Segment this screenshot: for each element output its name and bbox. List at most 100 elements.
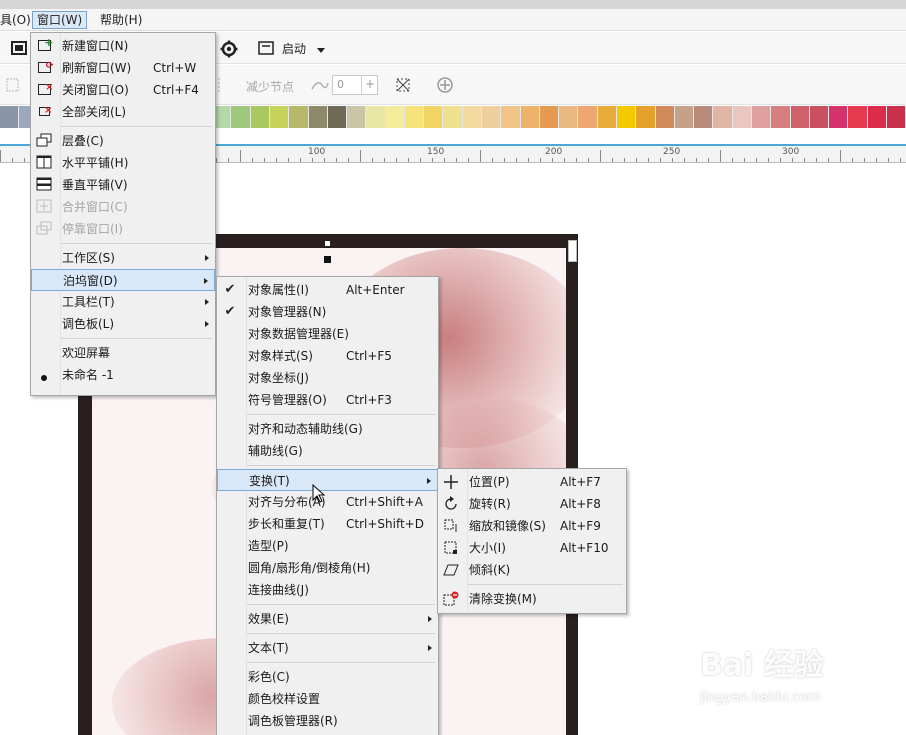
menu-window[interactable]: 窗口(W) [32,11,88,29]
ruler-tick [324,158,325,162]
ruler-tick [444,158,445,162]
color-swatch[interactable] [250,106,270,128]
docker-menu-item-6[interactable]: 对齐和动态辅助线(G) [217,418,438,440]
ruler-tick [852,158,853,162]
window-menu-item-0[interactable]: + 新建窗口(N) [31,35,215,57]
color-swatch[interactable] [636,106,656,128]
color-swatch[interactable] [520,106,540,128]
window-menu-item-12[interactable]: 调色板(L) [31,313,215,335]
color-swatch[interactable] [385,106,405,128]
chevron-down-icon[interactable] [316,42,326,58]
ruler-tick [768,158,769,162]
merge-window-icon [36,199,52,215]
bullet-icon [36,367,52,383]
docker-menu-item-1[interactable]: ✔ 对象管理器(N) [217,301,438,323]
launch-icon[interactable] [258,40,274,59]
docker-menu-item-17[interactable]: 颜色校样设置 [217,688,438,710]
color-swatch[interactable] [867,106,887,128]
docker-menu-item-8[interactable]: 变换(T) [217,469,438,491]
color-swatch[interactable] [482,106,502,128]
color-swatch[interactable] [732,106,752,128]
launch-label[interactable]: 启动 [282,40,306,57]
window-menu-item-11[interactable]: 工具栏(T) [31,291,215,313]
color-swatch[interactable] [347,106,367,128]
window-menu-item-1[interactable]: ⟳ 刷新窗口(W) Ctrl+W [31,57,215,79]
color-swatch[interactable] [694,106,714,128]
gear-icon[interactable] [220,40,238,61]
color-swatch[interactable] [655,106,675,128]
window-menu-item-10[interactable]: 泊坞窗(D) [31,269,215,291]
color-swatch[interactable] [617,106,637,128]
window-menu-item-5[interactable]: 水平平铺(H) [31,152,215,174]
rotate-icon [443,496,459,512]
docker-menu-item-16[interactable]: 彩色(C) [217,666,438,688]
color-swatch[interactable] [366,106,386,128]
docker-menu-item-11[interactable]: 造型(P) [217,535,438,557]
transform-menu-item-4[interactable]: 倾斜(K) [438,559,626,581]
window-menu-item-9[interactable]: 工作区(S) [31,247,215,269]
transform-menu-item-2[interactable]: 缩放和镜像(S) Alt+F9 [438,515,626,537]
docker-menu-item-5[interactable]: 符号管理器(O) Ctrl+F3 [217,389,438,411]
color-swatch[interactable] [829,106,849,128]
selection-handle[interactable] [324,240,331,247]
window-menu-item-3[interactable]: × 全部关闭(L) [31,101,215,123]
menu-tools-partial[interactable]: 具(O) [0,11,35,29]
docker-menu-item-2[interactable]: 对象数据管理器(E) [217,323,438,345]
transform-menu-item-5[interactable]: 清除变换(M) [438,588,626,610]
color-swatch[interactable] [0,106,20,128]
color-swatch[interactable] [327,106,348,128]
window-menu-item-6[interactable]: 垂直平铺(V) [31,174,215,196]
color-swatch[interactable] [790,106,810,128]
transform-menu-item-3[interactable]: 大小(I) Alt+F10 [438,537,626,559]
add-circle-icon[interactable] [436,76,454,97]
color-swatch[interactable] [597,106,617,128]
color-swatch[interactable] [674,106,695,128]
page-scrollbar[interactable] [568,240,577,262]
transform-menu-item-1[interactable]: 旋转(R) Alt+F8 [438,493,626,515]
color-swatch[interactable] [289,106,309,128]
color-swatch[interactable] [578,106,598,128]
docker-menu-item-12[interactable]: 圆角/扇形角/倒棱角(H) [217,557,438,579]
color-swatch[interactable] [848,106,868,128]
color-swatch[interactable] [443,106,463,128]
docker-menu-item-18[interactable]: 调色板管理器(R) [217,710,438,732]
docker-menu-item-3[interactable]: 对象样式(S) Ctrl+F5 [217,345,438,367]
color-swatch[interactable] [809,106,830,128]
docker-menu-item-4[interactable]: 对象坐标(J) [217,367,438,389]
color-swatch[interactable] [424,106,444,128]
ruler-label-300: 300 [782,147,800,157]
window-menu-item-14[interactable]: 未命名 -1 [31,364,215,386]
color-swatch[interactable] [404,106,425,128]
color-swatch[interactable] [886,106,906,128]
color-swatch[interactable] [539,106,560,128]
color-swatch[interactable] [269,106,290,128]
color-swatch[interactable] [713,106,733,128]
docker-menu-item-7[interactable]: 辅助线(G) [217,440,438,462]
color-swatch[interactable] [751,106,772,128]
color-swatch[interactable] [308,106,328,128]
reduce-nodes-button[interactable]: 减少节点 [246,78,294,95]
color-swatch[interactable] [771,106,791,128]
selection-handle[interactable] [324,256,331,263]
window-menu-item-13[interactable]: 欢迎屏幕 [31,342,215,364]
window-menu-item-2[interactable]: × 关闭窗口(O) Ctrl+F4 [31,79,215,101]
window-menu-item-4[interactable]: 层叠(C) [31,130,215,152]
color-swatch[interactable] [501,106,521,128]
docker-menu-item-0[interactable]: ✔ 对象属性(I) Alt+Enter [217,279,438,301]
select-all-nodes-icon[interactable] [394,76,412,97]
baidu-watermark-url: jingyan.baidu.com [700,690,820,705]
color-swatch[interactable] [559,106,579,128]
full-screen-icon[interactable] [10,40,28,59]
docker-menu-item-13[interactable]: 连接曲线(J) [217,579,438,601]
menu-help[interactable]: 帮助(H) [96,11,146,29]
plus-icon[interactable]: + [365,77,375,91]
color-swatch[interactable] [462,106,483,128]
transform-menu-item-0[interactable]: 位置(P) Alt+F7 [438,471,626,493]
docker-menu-item-14[interactable]: 效果(E) [217,608,438,630]
docker-menu-item-9[interactable]: 对齐与分布(A) Ctrl+Shift+A [217,491,438,513]
docker-menu-item-15[interactable]: 文本(T) [217,637,438,659]
smoothness-spinner[interactable]: 0 + [332,75,378,95]
color-swatch[interactable] [231,106,251,128]
window-menu-item-label: 调色板(L) [62,317,115,331]
docker-menu-item-10[interactable]: 步长和重复(T) Ctrl+Shift+D [217,513,438,535]
